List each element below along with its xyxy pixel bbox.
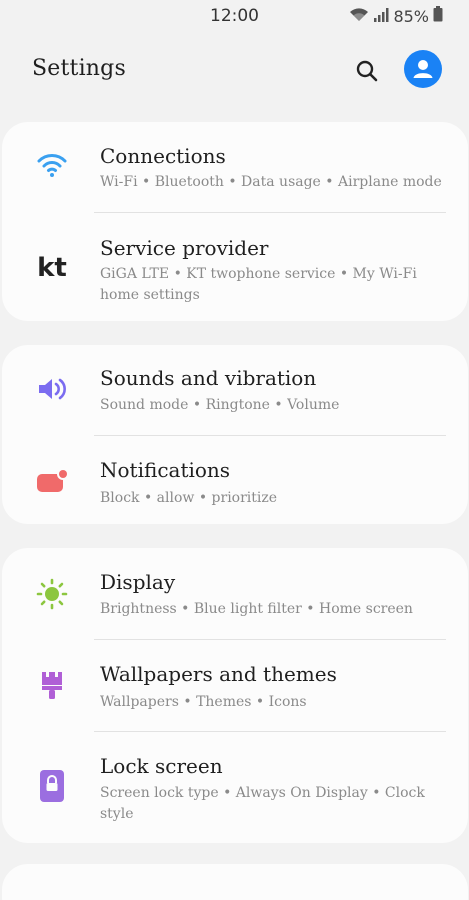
wifi-icon: [349, 7, 369, 26]
battery-icon: [433, 6, 443, 26]
settings-group-connections: Connections Wi-Fi • Bluetooth • Data usa…: [2, 122, 468, 321]
item-title: Wallpapers and themes: [100, 662, 337, 686]
kt-logo-icon: kt: [37, 253, 67, 283]
wifi-icon: [32, 145, 72, 185]
item-title: Lock screen: [100, 754, 223, 778]
signal-icon: [373, 7, 389, 26]
page-title: Settings: [32, 56, 126, 81]
item-title: Connections: [100, 144, 226, 168]
notification-icon: [32, 461, 72, 501]
item-subtitle: Sound mode • Ringtone • Volume: [100, 397, 340, 413]
item-subtitle: Wi-Fi • Bluetooth • Data usage • Airplan…: [100, 174, 442, 190]
account-button[interactable]: [404, 50, 442, 88]
battery-percent: 85%: [393, 6, 429, 26]
item-subtitle: Brightness • Blue light filter • Home sc…: [100, 601, 413, 617]
settings-group-next: [2, 864, 468, 900]
item-subtitle: Screen lock type • Always On Display • C…: [100, 785, 425, 822]
settings-item-wallpapers[interactable]: Wallpapers and themes Wallpapers • Theme…: [2, 640, 468, 732]
status-icons: 85%: [349, 6, 443, 26]
item-subtitle: Wallpapers • Themes • Icons: [100, 694, 307, 710]
item-subtitle: Block • allow • prioritize: [100, 490, 278, 506]
search-button[interactable]: [350, 54, 384, 88]
item-title: Service provider: [100, 236, 269, 260]
settings-item-service-provider[interactable]: kt Service provider GiGA LTE • KT twopho…: [2, 214, 468, 321]
item-subtitle: GiGA LTE • KT twophone service • My Wi-F…: [100, 266, 417, 303]
item-title: Sounds and vibration: [100, 366, 317, 390]
settings-group-display: Display Brightness • Blue light filter •…: [2, 548, 468, 843]
divider: [94, 212, 446, 213]
settings-item-display[interactable]: Display Brightness • Blue light filter •…: [2, 548, 468, 640]
search-icon: [356, 60, 378, 82]
settings-group-sound: Sounds and vibration Sound mode • Ringto…: [2, 345, 468, 524]
sun-icon: [32, 574, 72, 614]
paintbrush-icon: [32, 665, 72, 705]
account-icon: [413, 60, 433, 78]
item-title: Notifications: [100, 458, 231, 482]
status-bar: 12:00 85%: [0, 0, 469, 34]
item-title: Display: [100, 570, 176, 594]
settings-item-connections[interactable]: Connections Wi-Fi • Bluetooth • Data usa…: [2, 122, 468, 214]
settings-item-lock-screen[interactable]: Lock screen Screen lock type • Always On…: [2, 732, 468, 843]
lock-icon: [32, 766, 72, 806]
app-bar: Settings: [0, 40, 469, 100]
settings-item-sounds[interactable]: Sounds and vibration Sound mode • Ringto…: [2, 345, 468, 435]
speaker-icon: [32, 369, 72, 409]
settings-item-notifications[interactable]: Notifications Block • allow • prioritize: [2, 436, 468, 524]
